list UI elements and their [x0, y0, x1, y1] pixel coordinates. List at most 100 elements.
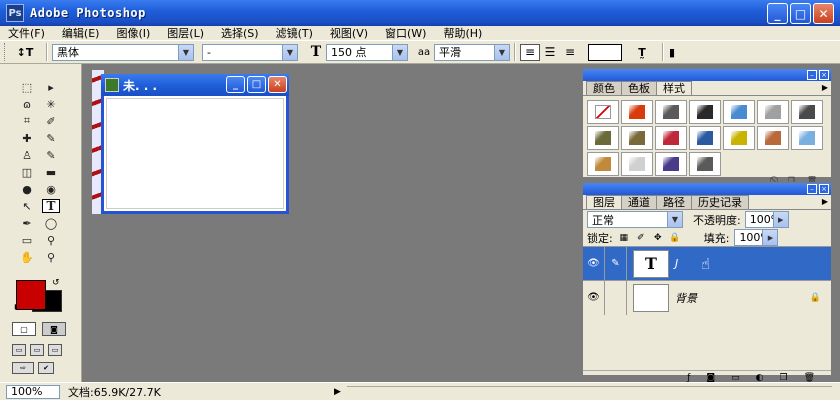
font-style-select[interactable]: - ▼ [202, 43, 298, 61]
maximize-button[interactable]: □ [790, 3, 811, 24]
menu-select[interactable]: 选择(S) [213, 25, 268, 41]
style-swatch[interactable] [757, 100, 789, 124]
empty-link-slot[interactable] [605, 280, 627, 315]
tab-layers[interactable]: 图层 [586, 195, 622, 209]
layer-row-background[interactable]: 👁 背景 🔒 [583, 280, 831, 315]
style-swatch[interactable] [655, 152, 687, 176]
align-left-icon[interactable]: ≡ [520, 43, 540, 61]
antialias-select[interactable]: 平滑 ▼ [434, 43, 510, 61]
style-swatch[interactable] [723, 126, 755, 150]
style-swatch[interactable] [791, 100, 823, 124]
style-swatch[interactable] [723, 100, 755, 124]
layer-name[interactable]: J [675, 257, 678, 270]
palette-well-icon[interactable]: ▮ [668, 43, 676, 61]
eyedropper-icon[interactable]: ⚲ [42, 233, 60, 247]
style-swatch[interactable] [689, 152, 721, 176]
layer-mask-icon[interactable]: ◙ [706, 373, 715, 383]
style-swatch[interactable] [621, 100, 653, 124]
chevron-right-icon[interactable]: ▶ [772, 212, 788, 227]
shape-icon[interactable]: ◯ [42, 216, 60, 230]
tab-paths[interactable]: 路径 [656, 195, 692, 209]
text-orientation-icon[interactable]: ↕T [8, 43, 42, 61]
panel-minimize-button[interactable]: – [807, 184, 817, 194]
new-layer-icon[interactable]: ❐ [779, 373, 787, 383]
style-swatch[interactable] [791, 126, 823, 150]
doc-minimize-button[interactable]: _ [226, 76, 245, 93]
menu-edit[interactable]: 编辑(E) [54, 25, 109, 41]
align-right-icon[interactable]: ≡ [560, 44, 580, 61]
panel-minimize-button[interactable]: – [807, 70, 817, 80]
screen-mode-standard-icon[interactable]: ▭ [12, 344, 26, 356]
chevron-right-icon[interactable]: ▶ [762, 230, 778, 245]
zoom-field[interactable]: 100% [6, 384, 60, 399]
no-style-swatch[interactable] [587, 100, 619, 124]
new-set-icon[interactable]: ▭ [731, 373, 740, 383]
tab-channels[interactable]: 通道 [621, 195, 657, 209]
doc-close-button[interactable]: ✕ [268, 76, 287, 93]
lock-all-icon[interactable]: 🔒 [669, 232, 681, 243]
panel-close-button[interactable]: × [819, 70, 829, 80]
blend-mode-select[interactable]: 正常 ▼ [587, 211, 683, 228]
marquee-icon[interactable]: ⬚ [18, 80, 36, 94]
menu-image[interactable]: 图像(I) [108, 25, 159, 41]
blur-icon[interactable]: ● [18, 182, 36, 196]
font-family-select[interactable]: 黑体 ▼ [52, 43, 194, 61]
layer-row-text[interactable]: 👁 ✎ T J ☝ [583, 246, 831, 281]
stamp-icon[interactable]: ♙ [18, 148, 36, 162]
brush-icon[interactable]: ✎ [42, 131, 60, 145]
style-swatch[interactable] [621, 152, 653, 176]
align-center-icon[interactable]: ☰ [540, 44, 560, 61]
swap-colors-icon[interactable]: ↺ [52, 278, 60, 288]
magic-wand-icon[interactable]: ✳ [42, 97, 60, 111]
document-canvas[interactable] [106, 98, 284, 209]
adjustment-layer-icon[interactable]: ◐ [756, 373, 764, 383]
layer-name[interactable]: 背景 [675, 290, 697, 306]
document-title-bar[interactable]: 未. . . _ □ ✕ [101, 74, 289, 96]
path-select-icon[interactable]: ↖ [18, 199, 36, 213]
notes-icon[interactable]: ▭ [18, 233, 36, 247]
text-color-swatch[interactable] [588, 43, 622, 61]
brush-link-icon[interactable]: ✎ [605, 246, 627, 281]
style-swatch[interactable] [757, 126, 789, 150]
edit-in-imageready-icon[interactable]: ✔ [38, 362, 54, 374]
warp-text-icon[interactable]: T̰ [632, 43, 652, 61]
style-swatch[interactable] [587, 152, 619, 176]
zoom-icon[interactable]: ⚲ [42, 250, 60, 264]
gradient-icon[interactable]: ▬ [42, 165, 60, 179]
minimize-button[interactable]: _ [767, 3, 788, 24]
panel-menu-icon[interactable]: ▶ [822, 83, 828, 92]
style-swatch[interactable] [655, 126, 687, 150]
tab-styles[interactable]: 样式 [656, 81, 692, 95]
style-swatch[interactable] [689, 100, 721, 124]
lock-transparency-icon[interactable]: ▦ [618, 232, 630, 243]
crop-icon[interactable]: ⌗ [18, 114, 36, 128]
history-brush-icon[interactable]: ✎ [42, 148, 60, 162]
menu-filter[interactable]: 滤镜(T) [268, 25, 322, 41]
foreground-color[interactable] [16, 280, 46, 310]
status-menu-arrow-icon[interactable]: ▶ [334, 387, 341, 397]
style-swatch[interactable] [621, 126, 653, 150]
photoshop-app-icon[interactable]: Ps [6, 4, 24, 22]
close-button[interactable]: ✕ [813, 3, 834, 24]
tab-color[interactable]: 颜色 [586, 81, 622, 95]
style-swatch[interactable] [587, 126, 619, 150]
type-icon[interactable]: T [42, 199, 60, 213]
lasso-icon[interactable]: ɷ [18, 97, 36, 111]
doc-maximize-button[interactable]: □ [247, 76, 266, 93]
healing-icon[interactable]: ✚ [18, 131, 36, 145]
menu-layer[interactable]: 图层(L) [159, 25, 213, 41]
eraser-icon[interactable]: ◫ [18, 165, 36, 179]
menu-window[interactable]: 窗口(W) [377, 25, 435, 41]
tab-swatches[interactable]: 色板 [621, 81, 657, 95]
menu-file[interactable]: 文件(F) [0, 25, 54, 41]
jump-to-imageready-icon[interactable]: ⇨ [12, 362, 34, 374]
panel-menu-icon[interactable]: ▶ [822, 197, 828, 206]
opacity-field[interactable]: 100% ▶ [744, 211, 789, 228]
fill-field[interactable]: 100% ▶ [734, 229, 779, 246]
font-size-select[interactable]: 150 点 ▼ [326, 43, 408, 61]
menu-view[interactable]: 视图(V) [322, 25, 377, 41]
lock-position-icon[interactable]: ✥ [652, 232, 664, 243]
standard-mode-icon[interactable]: ▢ [12, 322, 36, 336]
dodge-icon[interactable]: ◉ [42, 182, 60, 196]
layer-style-icon[interactable]: ƒ [687, 373, 690, 383]
